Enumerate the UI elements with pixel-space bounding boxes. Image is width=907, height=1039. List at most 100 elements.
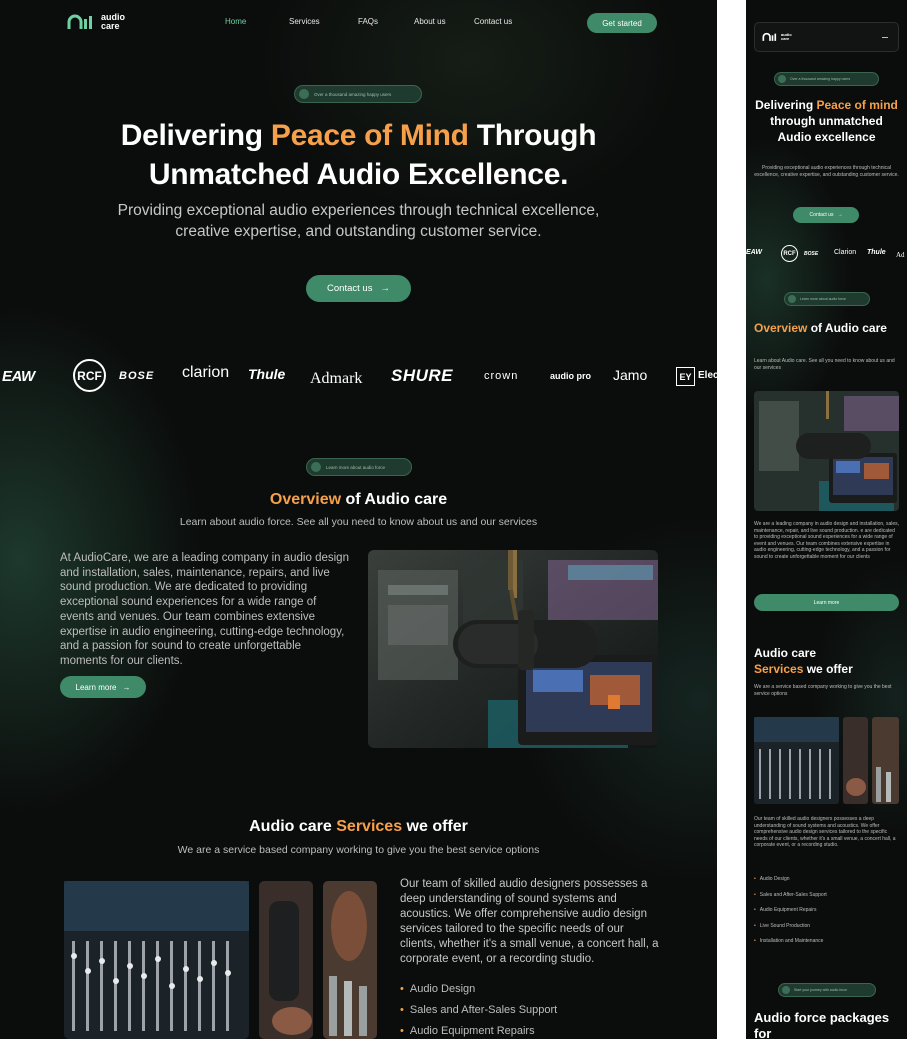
mobile-brand-ad: Ad bbox=[896, 251, 905, 259]
studio-microphone-image bbox=[754, 391, 899, 511]
hero-title: Delivering Peace of Mind Through bbox=[0, 116, 717, 155]
mobile-brand-thule: Thule bbox=[867, 249, 886, 256]
mobile-brand-rcf: RCF bbox=[781, 245, 798, 262]
get-started-button[interactable]: Get started bbox=[587, 13, 657, 33]
contact-us-label: Contact us bbox=[327, 283, 373, 294]
mobile-service-item-repairs: Audio Equipment Repairs bbox=[754, 903, 827, 919]
brand-logo-shure: SHURE bbox=[391, 366, 454, 385]
mobile-logo-text: audio care bbox=[781, 33, 792, 41]
services-images bbox=[64, 881, 377, 1039]
mobile-hero-subtitle: Providing exceptional audio experiences … bbox=[754, 165, 899, 178]
mobile-services-images bbox=[754, 717, 899, 804]
overview-title-rest: of Audio care bbox=[341, 491, 448, 508]
mobile-services-list: Audio Design Sales and After-Sales Suppo… bbox=[754, 872, 827, 950]
arrow-right-icon: → bbox=[837, 212, 843, 218]
mobile-packages-title: Audio force packages for bbox=[754, 1010, 890, 1039]
services-title: Audio care Services we offer bbox=[0, 818, 717, 836]
contact-us-button[interactable]: Contact us → bbox=[306, 275, 411, 302]
brand-logo-thule: Thule bbox=[248, 366, 286, 382]
mobile-contact-button[interactable]: Contact us → bbox=[793, 207, 859, 223]
mobile-brand-eaw: EAW bbox=[746, 249, 762, 256]
mobile-overview-body: We are a leading company in audio design… bbox=[754, 521, 899, 560]
brand-logo-crown: crown bbox=[484, 370, 519, 382]
brand-logo-strip: EAW RCF BOSE clarion Thule Admark SHURE … bbox=[0, 358, 717, 396]
mobile-services-title-line2: Services we offer bbox=[754, 661, 899, 677]
mobile-brand-strip: EAW RCF BOSE Clarion Thule Ad bbox=[746, 245, 907, 263]
mobile-overview-pill: Learn more about audio force bbox=[784, 292, 870, 306]
overview-pill: Learn more about audio force bbox=[306, 458, 412, 476]
hero-pill-text: Over a thousand amazing happy users bbox=[314, 91, 392, 97]
top-nav: audio care Home Services FAQs About us C… bbox=[0, 0, 717, 46]
nav-link-contact[interactable]: Contact us bbox=[474, 17, 512, 26]
mobile-hero-pill-text: Over a thousand amazing happy users bbox=[790, 77, 851, 81]
overview-pill-text: Learn more about audio force bbox=[326, 464, 386, 470]
brand-logo-ey: EY bbox=[676, 367, 695, 386]
overview-title: Overview of Audio care bbox=[0, 491, 717, 509]
brand-logo-admark: Admark bbox=[310, 370, 363, 387]
hero-subtitle-line1: Providing exceptional audio experiences … bbox=[117, 202, 600, 219]
mobile-hero-title-part2: through unmatched Audio excellence bbox=[770, 114, 883, 144]
menu-icon[interactable] bbox=[882, 37, 888, 38]
mixing-console-images bbox=[64, 881, 377, 1039]
nav-link-faqs[interactable]: FAQs bbox=[358, 17, 378, 26]
mixing-console-images bbox=[754, 717, 899, 804]
mobile-logo-line2: care bbox=[781, 36, 790, 41]
mobile-nav: audio care bbox=[754, 22, 899, 52]
hero-pill: Over a thousand amazing happy users bbox=[294, 85, 422, 103]
mobile-overview-title-accent: Overview bbox=[754, 321, 808, 335]
mobile-service-item-audio-design: Audio Design bbox=[754, 872, 827, 888]
users-icon bbox=[778, 75, 786, 83]
mobile-hero-title-accent: Peace of mind bbox=[816, 98, 898, 112]
mobile-learn-more-button[interactable]: Learn more bbox=[754, 594, 899, 611]
mobile-brand-clarion: Clarion bbox=[834, 249, 857, 256]
mobile-contact-label: Contact us bbox=[809, 212, 834, 218]
learn-more-label: Learn more bbox=[75, 682, 117, 692]
services-title-part2: we offer bbox=[402, 818, 468, 835]
hero-title-accent: Peace of Mind bbox=[270, 119, 469, 152]
mobile-services-title-line1: Audio care bbox=[754, 646, 817, 660]
mobile-overview-title: Overview of Audio care bbox=[754, 320, 899, 336]
brand-logo-elec: Elec bbox=[698, 370, 717, 381]
brand-logo-clarion: clarion bbox=[182, 364, 230, 381]
mobile-service-item-live-sound: Live Sound Production bbox=[754, 919, 827, 935]
mobile-service-item-sales: Sales and After-Sales Support bbox=[754, 888, 827, 904]
learn-more-button[interactable]: Learn more → bbox=[60, 676, 146, 698]
mobile-services-title: Audio care Services we offer bbox=[754, 645, 899, 677]
arrow-right-icon: → bbox=[122, 682, 131, 692]
mobile-overview-title-rest: of Audio care bbox=[807, 321, 887, 335]
mobile-overview-subtitle: Learn about Audio care. See all you need… bbox=[754, 358, 895, 371]
hero-title-line2: Unmatched Audio Excellence. bbox=[148, 158, 569, 191]
mobile-frame: audio care Over a thousand amazing happy… bbox=[746, 0, 907, 1039]
info-icon bbox=[788, 295, 796, 303]
mobile-packages-pill: Start your journey with audio force bbox=[778, 983, 876, 997]
mobile-hero-title-part1: Delivering bbox=[755, 98, 817, 112]
info-icon bbox=[782, 986, 790, 994]
mobile-hero-title: Delivering Peace of mind through unmatch… bbox=[754, 97, 899, 145]
studio-microphone-photo bbox=[368, 550, 658, 748]
mobile-services-title-rest: we offer bbox=[803, 662, 853, 676]
services-title-accent: Services bbox=[336, 818, 403, 835]
services-body: Our team of skilled audio designers poss… bbox=[400, 878, 659, 965]
nav-link-services[interactable]: Services bbox=[289, 17, 320, 26]
mobile-services-body: Our team of skilled audio designers poss… bbox=[754, 816, 896, 848]
mobile-services-title-accent: Services bbox=[754, 662, 804, 676]
overview-body: At AudioCare, we are a leading company i… bbox=[60, 552, 349, 667]
mobile-services-subtitle: We are a service based company working t… bbox=[754, 684, 892, 697]
logo-mark-icon bbox=[762, 32, 777, 41]
brand-logo-bose: BOSE bbox=[119, 370, 155, 382]
studio-microphone-image bbox=[368, 550, 658, 748]
desktop-frame: audio care Home Services FAQs About us C… bbox=[0, 0, 717, 1039]
mobile-service-item-installation: Installation and Maintenance bbox=[754, 934, 827, 950]
nav-link-home[interactable]: Home bbox=[225, 17, 246, 26]
mobile-logo[interactable]: audio care bbox=[762, 32, 792, 42]
overview-title-accent: Overview bbox=[269, 491, 342, 508]
arrow-right-icon: → bbox=[380, 283, 390, 294]
mobile-hero-pill: Over a thousand amazing happy users bbox=[774, 72, 879, 86]
brand-logo-jamo: Jamo bbox=[613, 367, 648, 383]
hero-subtitle-line2: creative expertise, and outstanding cust… bbox=[175, 223, 542, 240]
nav-link-about[interactable]: About us bbox=[414, 17, 446, 26]
hero-title-part2: Through bbox=[468, 119, 597, 152]
mobile-mic-photo bbox=[754, 391, 899, 511]
service-item-sales: Sales and After-Sales Support bbox=[400, 1000, 557, 1021]
services-subtitle: We are a service based company working t… bbox=[177, 844, 540, 856]
